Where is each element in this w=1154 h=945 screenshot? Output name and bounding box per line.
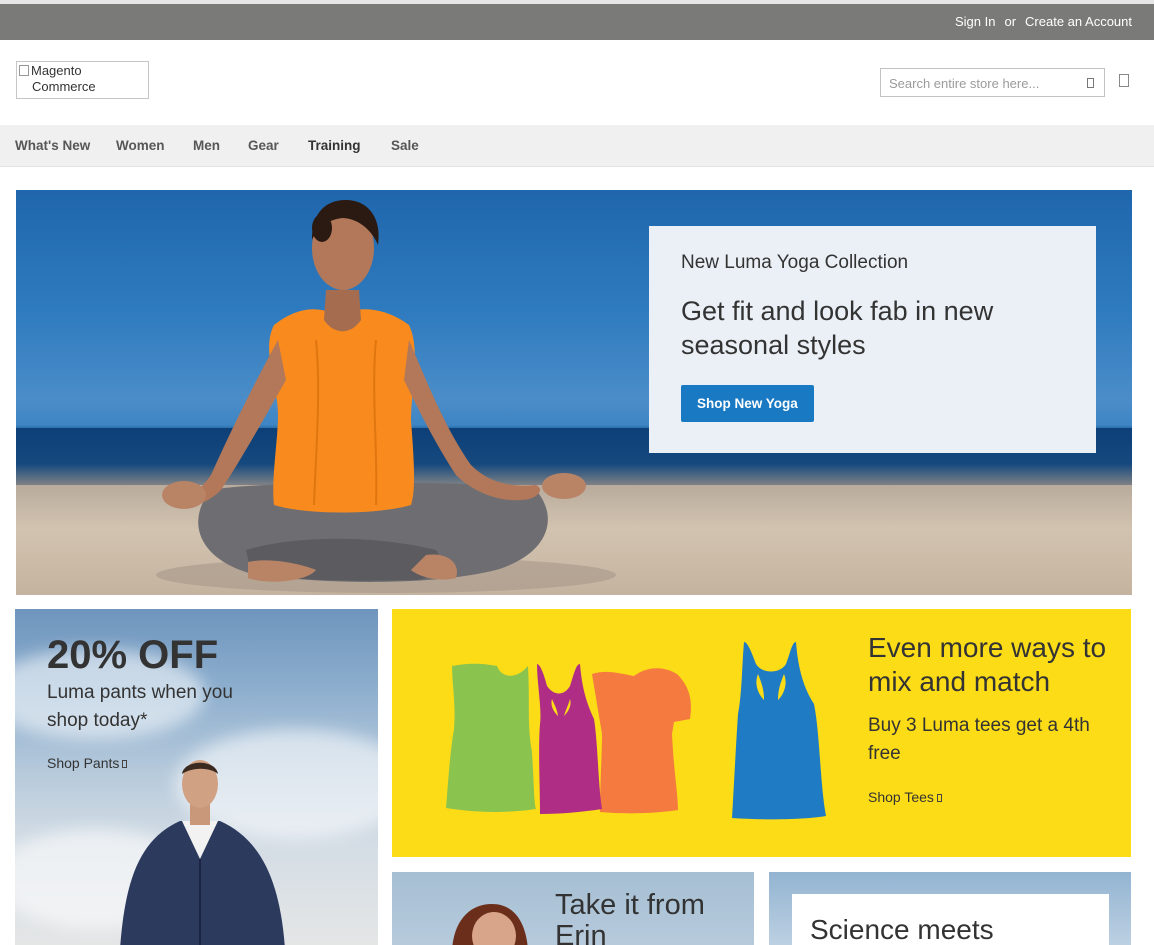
tees-promo-text: Buy 3 Luma tees get a 4th free bbox=[868, 715, 1090, 764]
or-text: or bbox=[1004, 14, 1017, 29]
science-content-box: Science meets bbox=[792, 894, 1109, 945]
shop-new-yoga-button[interactable]: Shop New Yoga bbox=[681, 385, 814, 422]
nav-item-training[interactable]: Training bbox=[308, 138, 361, 153]
hero-banner[interactable]: New Luma Yoga Collection Get fit and loo… bbox=[16, 190, 1132, 595]
cart-icon[interactable] bbox=[1119, 74, 1129, 87]
nav-item-gear[interactable]: Gear bbox=[248, 138, 279, 153]
search-box bbox=[880, 68, 1105, 97]
chevron-right-icon bbox=[122, 760, 128, 768]
man-in-hoodie-image bbox=[120, 760, 285, 945]
header-links: Sign In or Create an Account bbox=[955, 14, 1132, 29]
erin-portrait-image bbox=[452, 904, 528, 945]
sign-in-link[interactable]: Sign In bbox=[955, 14, 995, 29]
promo-tees-block[interactable]: Even more ways to mix and match Buy 3 Lu… bbox=[392, 609, 1131, 857]
top-header-bar: Sign In or Create an Account bbox=[0, 4, 1154, 40]
erin-promo-title: Take it from Erin bbox=[555, 889, 705, 945]
tees-promo-title: Even more ways to mix and match bbox=[868, 632, 1107, 697]
pants-promo-text: Luma pants when you shop today* bbox=[47, 682, 233, 731]
search-icon[interactable] bbox=[1087, 78, 1094, 88]
search-input[interactable] bbox=[889, 74, 1074, 92]
nav-item-whats-new[interactable]: What's New bbox=[15, 138, 90, 153]
pants-promo-title: 20% OFF bbox=[47, 633, 219, 677]
create-account-link[interactable]: Create an Account bbox=[1025, 14, 1132, 29]
main-navigation: What's New Women Men Gear Training Sale bbox=[0, 125, 1154, 167]
nav-item-sale[interactable]: Sale bbox=[391, 138, 419, 153]
shop-pants-label: Shop Pants bbox=[47, 755, 120, 771]
promo-erin-block[interactable]: Take it from Erin bbox=[392, 872, 754, 945]
broken-image-icon bbox=[19, 65, 29, 76]
logo-alt-line2: Commerce bbox=[32, 79, 96, 94]
tees-illustration bbox=[446, 642, 826, 820]
yoga-woman-image bbox=[156, 200, 616, 593]
chevron-right-icon bbox=[936, 794, 942, 802]
promo-science-block[interactable]: Science meets bbox=[769, 872, 1131, 945]
store-logo[interactable]: Magento Commerce bbox=[16, 61, 149, 99]
hero-title: Get fit and look fab in new seasonal sty… bbox=[681, 296, 994, 360]
shop-tees-link[interactable]: Shop Tees bbox=[868, 789, 942, 805]
science-promo-title: Science meets bbox=[810, 914, 994, 945]
hero-subtitle: New Luma Yoga Collection bbox=[681, 252, 909, 273]
shop-tees-label: Shop Tees bbox=[868, 789, 934, 805]
nav-item-women[interactable]: Women bbox=[116, 138, 165, 153]
nav-item-men[interactable]: Men bbox=[193, 138, 220, 153]
shop-pants-link[interactable]: Shop Pants bbox=[47, 755, 128, 771]
hero-content-box: New Luma Yoga Collection Get fit and loo… bbox=[649, 226, 1096, 453]
promo-pants-block[interactable]: 20% OFF Luma pants when you shop today* … bbox=[15, 609, 378, 945]
logo-alt-line1: Magento bbox=[31, 63, 82, 78]
